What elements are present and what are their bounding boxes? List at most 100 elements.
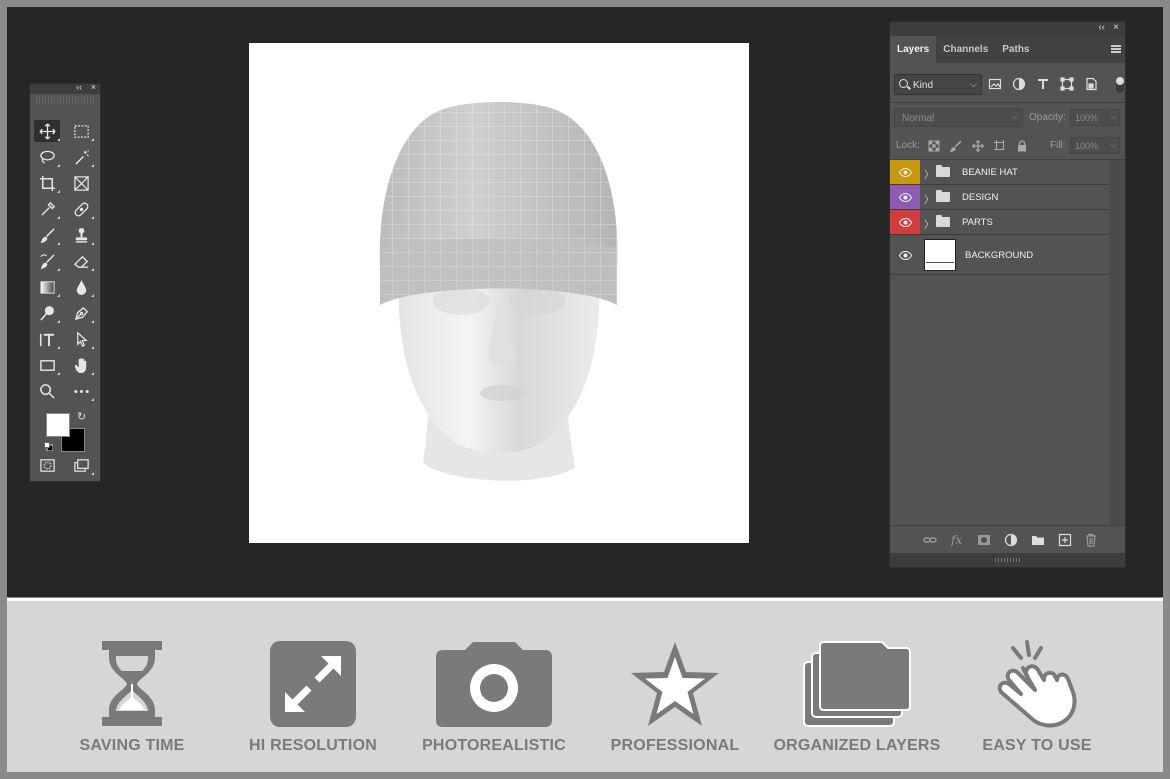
adjustment-filter-icon[interactable] <box>1012 77 1026 91</box>
blend-mode-label: Normal <box>902 113 935 124</box>
collapse-icon[interactable]: ‹‹ <box>1098 22 1105 33</box>
panel-grip[interactable] <box>36 96 94 104</box>
panel-bottom-bar <box>890 553 1125 567</box>
folder-icon <box>936 215 950 227</box>
panel-tabs: Layers Channels Paths <box>890 36 1125 63</box>
type-tool[interactable] <box>34 328 60 350</box>
visibility-eye-icon[interactable] <box>890 160 920 184</box>
folder-icon <box>936 165 950 177</box>
rectangular-marquee-icon <box>73 124 89 138</box>
type-icon <box>39 333 54 346</box>
blend-mode-select[interactable]: Normal ⌵ <box>894 108 1023 127</box>
hourglass-icon <box>102 641 162 726</box>
magic-wand-tool[interactable] <box>68 146 94 168</box>
document-canvas[interactable] <box>249 43 749 543</box>
delete-layer-icon[interactable] <box>1084 533 1098 547</box>
lock-label: Lock: <box>896 140 920 151</box>
lock-all-icon[interactable] <box>1016 139 1028 152</box>
opacity-arrow[interactable]: ⌵ <box>1107 109 1120 126</box>
expand-chevron-icon[interactable]: 〉 <box>924 216 934 231</box>
adjustment-layer-icon[interactable] <box>1004 533 1018 547</box>
tools-panel: ‹‹ × ↻ <box>29 82 101 482</box>
feature-organized-layers: ORGANIZED LAYERS <box>772 640 942 760</box>
opacity-input[interactable]: 100% <box>1070 109 1106 126</box>
new-group-icon[interactable] <box>1031 533 1045 547</box>
brush-icon <box>40 227 55 243</box>
close-icon[interactable]: × <box>91 82 96 92</box>
dodge-tool[interactable] <box>34 302 60 324</box>
link-layers-icon[interactable] <box>923 533 937 547</box>
folder-icon <box>936 190 950 202</box>
move-tool[interactable] <box>34 120 60 142</box>
hand-tool[interactable] <box>68 354 94 376</box>
visibility-eye-icon[interactable] <box>890 235 920 275</box>
close-icon[interactable]: × <box>1113 22 1119 33</box>
layer-row-beanie-hat[interactable]: 〉 BEANIE HAT <box>890 160 1109 185</box>
tab-paths[interactable]: Paths <box>995 36 1036 63</box>
healing-brush-tool[interactable] <box>68 198 94 220</box>
layer-list: 〉 BEANIE HAT 〉 DESIGN 〉 PARTS BACKGROUND <box>890 160 1125 275</box>
feature-professional: PROFESSIONAL <box>590 640 760 760</box>
feature-hi-resolution: HI RESOLUTION <box>228 640 398 760</box>
screen-mode-tool[interactable] <box>68 454 94 476</box>
quick-mask-icon <box>39 458 55 472</box>
lock-pixels-icon[interactable] <box>928 139 940 152</box>
layer-row-design[interactable]: 〉 DESIGN <box>890 185 1109 210</box>
panel-grip[interactable] <box>995 558 1021 562</box>
lock-artboard-icon[interactable] <box>994 139 1006 151</box>
blur-tool[interactable] <box>68 276 94 298</box>
chevron-down-icon: ⌵ <box>970 79 977 89</box>
layers-panel-footer: fx <box>890 525 1125 553</box>
fill-arrow[interactable]: ⌵ <box>1107 137 1120 154</box>
expand-chevron-icon[interactable]: 〉 <box>924 166 934 181</box>
frame-tool[interactable] <box>68 172 94 194</box>
shape-filter-icon[interactable] <box>1060 77 1074 91</box>
layer-row-parts[interactable]: 〉 PARTS <box>890 210 1109 235</box>
tools-panel-header[interactable]: ‹‹ × <box>30 82 100 94</box>
filter-kind-select[interactable]: Kind ⌵ <box>894 74 982 95</box>
pen-icon <box>74 306 88 320</box>
eraser-tool[interactable] <box>68 250 94 272</box>
add-mask-icon[interactable] <box>977 533 991 547</box>
path-selection-tool[interactable] <box>68 328 94 350</box>
default-colors-icon[interactable] <box>44 442 53 451</box>
zoom-tool[interactable] <box>34 380 60 402</box>
fill-input[interactable]: 100% <box>1070 137 1106 154</box>
brush-tool[interactable] <box>34 224 60 246</box>
crop-tool[interactable] <box>34 172 60 194</box>
pixel-filter-icon[interactable] <box>988 77 1002 91</box>
lock-paint-icon[interactable] <box>949 139 962 152</box>
rectangle-tool[interactable] <box>34 354 60 376</box>
lasso-tool[interactable] <box>34 146 60 168</box>
smart-object-filter-icon[interactable] <box>1084 77 1098 91</box>
hand-icon <box>74 357 86 373</box>
visibility-eye-icon[interactable] <box>890 210 920 234</box>
layers-panel-header[interactable]: ‹‹ × <box>890 22 1125 36</box>
type-filter-icon[interactable] <box>1036 77 1050 91</box>
layer-row-background[interactable]: BACKGROUND <box>890 235 1109 275</box>
visibility-eye-icon[interactable] <box>890 185 920 209</box>
tab-layers[interactable]: Layers <box>890 36 937 63</box>
history-brush-icon <box>39 253 55 269</box>
foreground-color-swatch[interactable] <box>46 413 70 437</box>
collapse-icon[interactable]: ‹‹ <box>76 82 82 92</box>
filter-toggle[interactable] <box>1116 77 1124 93</box>
new-layer-icon[interactable] <box>1058 533 1072 547</box>
swap-colors-icon[interactable]: ↻ <box>77 410 86 423</box>
lasso-icon <box>39 150 55 164</box>
history-brush-tool[interactable] <box>34 250 60 272</box>
marquee-tool[interactable] <box>68 120 94 142</box>
panel-menu-icon[interactable] <box>1111 45 1121 53</box>
camera-icon <box>436 642 552 727</box>
clone-stamp-tool[interactable] <box>68 224 94 246</box>
more-tools[interactable] <box>68 380 94 402</box>
pen-tool[interactable] <box>68 302 94 324</box>
gradient-tool[interactable] <box>34 276 60 298</box>
expand-chevron-icon[interactable]: 〉 <box>924 191 934 206</box>
lock-position-icon[interactable] <box>972 139 984 152</box>
eyedropper-tool[interactable] <box>34 198 60 220</box>
tab-channels[interactable]: Channels <box>936 36 995 63</box>
quick-mask-tool[interactable] <box>34 454 60 476</box>
layers-scrollbar[interactable] <box>1110 160 1125 542</box>
fx-icon[interactable]: fx <box>951 533 965 547</box>
